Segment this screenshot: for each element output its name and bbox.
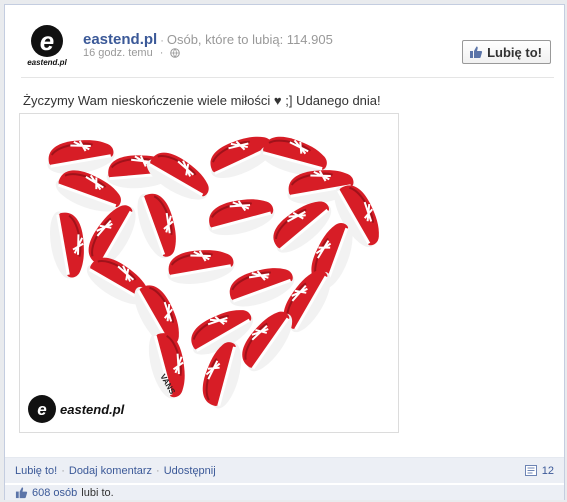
- thumbs-up-icon: [15, 487, 28, 499]
- watermark-text: eastend.pl: [60, 402, 125, 417]
- likes-count-link[interactable]: 608 osób: [32, 487, 77, 499]
- logo-text: eastend.pl: [27, 58, 67, 67]
- post-actions-bar: Lubię to! · Dodaj komentarz · Udostępnij…: [5, 457, 564, 483]
- like-post-link[interactable]: Lubię to!: [15, 465, 57, 477]
- page-header: eastend.pl · Osób, które to lubią: 114.905: [83, 31, 333, 48]
- comments-count[interactable]: 12: [524, 464, 554, 477]
- globe-icon[interactable]: [170, 48, 181, 58]
- svg-text:e: e: [37, 400, 46, 419]
- page-name-link[interactable]: eastend.pl: [83, 31, 157, 48]
- separator: ·: [156, 464, 160, 477]
- post-photo[interactable]: VANS e eastend.pl: [19, 113, 399, 433]
- heart-of-shoes-image: VANS e eastend.pl: [20, 114, 398, 432]
- eastend-logo[interactable]: e eastend.pl: [23, 23, 73, 67]
- separator: ·: [61, 464, 65, 477]
- post-meta: 16 godz. temu ·: [83, 47, 181, 59]
- like-page-button[interactable]: Lubię to!: [462, 40, 551, 64]
- comment-count-value: 12: [541, 464, 554, 477]
- page-likes-count: Osób, które to lubią: 114.905: [166, 32, 333, 47]
- add-comment-link[interactable]: Dodaj komentarz: [69, 465, 152, 477]
- share-link[interactable]: Udostępnij: [164, 465, 216, 477]
- post-message: Życzymy Wam nieskończenie wiele miłości …: [23, 93, 381, 108]
- facebook-post: e eastend.pl eastend.pl · Osób, które to l…: [4, 4, 565, 500]
- separator: ·: [159, 47, 164, 59]
- separator: ·: [160, 35, 164, 47]
- post-timestamp[interactable]: 16 godz. temu: [83, 47, 153, 59]
- thumbs-up-icon: [470, 46, 483, 58]
- logo-letter: e: [40, 26, 54, 56]
- likes-suffix: lubi to.: [81, 486, 114, 499]
- comment-icon: [524, 464, 537, 476]
- header-divider: [21, 77, 554, 78]
- post-likes-summary: 608 osób lubi to.: [5, 484, 564, 500]
- like-button-label: Lubię to!: [487, 44, 542, 60]
